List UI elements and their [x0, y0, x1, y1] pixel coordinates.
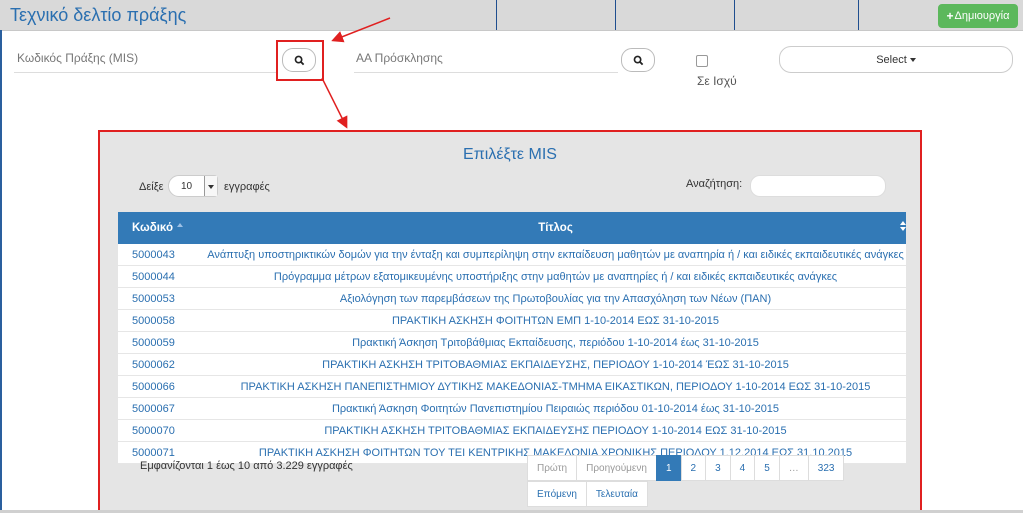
pagination: Πρώτη Προηγούμενη 1 2 3 4 5 … 323 — [527, 455, 845, 481]
page-size-select[interactable]: 10 — [168, 175, 218, 197]
table-row[interactable]: 5000058 ΠΡΑΚΤΙΚΗ ΑΣΚΗΣΗ ΦΟΙΤΗΤΩΝ ΕΜΠ 1-10… — [118, 309, 906, 332]
page-button[interactable]: 4 — [729, 455, 756, 481]
sort-asc-icon — [177, 223, 183, 227]
row-title[interactable]: ΠΡΑΚΤΙΚΗ ΑΣΚΗΣΗ ΤΡΙΤΟΒΑΘΜΙΑΣ ΕΚΠΑΙΔΕΥΣΗΣ… — [205, 419, 906, 442]
table-row[interactable]: 5000043 Ανάπτυξη υποστηρικτικών δομών για… — [118, 244, 906, 266]
page-ellipsis: … — [778, 455, 809, 481]
row-title[interactable]: ΠΡΑΚΤΙΚΗ ΑΣΚΗΣΗ ΠΑΝΕΠΙΣΤΗΜΙΟΥ ΔΥΤΙΚΗΣ ΜΑ… — [205, 375, 906, 398]
row-title[interactable]: Πρακτική Άσκηση Φοιτητών Πανεπιστημίου Π… — [205, 397, 906, 420]
page-next-button[interactable]: Επόμενη — [527, 481, 587, 507]
row-title[interactable]: Αξιολόγηση των παρεμβάσεων της Πρωτοβουλ… — [205, 287, 906, 310]
row-code[interactable]: 5000058 — [118, 309, 205, 332]
arrow-to-search — [331, 17, 391, 43]
row-code[interactable]: 5000066 — [118, 375, 205, 398]
page-last-button[interactable]: Τελευταία — [585, 481, 648, 507]
table-row[interactable]: 5000053 Αξιολόγηση των παρεμβάσεων της Πρ… — [118, 287, 906, 310]
page-button[interactable]: 5 — [754, 455, 780, 481]
table-row[interactable]: 5000066 ΠΡΑΚΤΙΚΗ ΑΣΚΗΣΗ ΠΑΝΕΠΙΣΤΗΜΙΟΥ ΔΥΤ… — [118, 375, 906, 398]
page-previous-button[interactable]: Προηγούμενη — [576, 455, 657, 481]
page-size-value: 10 — [181, 180, 193, 192]
table-info: Εμφανίζονται 1 έως 10 από 3.229 εγγραφές — [140, 460, 353, 472]
row-code[interactable]: 5000053 — [118, 287, 205, 310]
column-header-title-label: Τίτλος — [538, 222, 573, 234]
arrow-to-modal — [321, 77, 348, 129]
modal-title: Επιλέξτε MIS — [463, 146, 557, 163]
search-label: Αναζήτηση: — [686, 178, 743, 190]
page-button[interactable]: 3 — [705, 455, 731, 481]
page-button[interactable]: 1 — [655, 455, 682, 481]
page-button[interactable]: 2 — [680, 455, 707, 481]
row-title[interactable]: ΠΡΑΚΤΙΚΗ ΑΣΚΗΣΗ ΦΟΙΤΗΤΩΝ ΕΜΠ 1-10-2014 Ε… — [205, 309, 906, 332]
column-header-code[interactable]: Κωδικό — [118, 212, 205, 244]
pagination-row-2: Επόμενη Τελευταία — [527, 481, 648, 507]
row-code[interactable]: 5000062 — [118, 353, 205, 376]
row-title[interactable]: Πρακτική Άσκηση Τριτοβάθμιας Εκπαίδευσης… — [205, 331, 906, 354]
show-label: Δείξε — [139, 181, 164, 193]
row-code[interactable]: 5000043 — [118, 244, 205, 266]
mis-table: Κωδικό Τίτλος 5000043 Ανάπτυξη υποστηρικτ… — [118, 212, 906, 464]
row-title[interactable]: ΠΡΑΚΤΙΚΗ ΑΣΚΗΣΗ ΤΡΙΤΟΒΑΘΜΙΑΣ ΕΚΠΑΙΔΕΥΣΗΣ… — [205, 353, 906, 376]
search-input[interactable] — [750, 175, 886, 197]
chevron-down-icon — [204, 176, 217, 196]
column-header-code-label: Κωδικό — [132, 222, 173, 234]
row-code[interactable]: 5000044 — [118, 265, 205, 288]
page-first-button[interactable]: Πρώτη — [527, 455, 578, 481]
row-title[interactable]: Ανάπτυξη υποστηρικτικών δομών για την έν… — [205, 244, 906, 266]
table-row[interactable]: 5000062 ΠΡΑΚΤΙΚΗ ΑΣΚΗΣΗ ΤΡΙΤΟΒΑΘΜΙΑΣ ΕΚΠΑ… — [118, 353, 906, 376]
row-code[interactable]: 5000059 — [118, 331, 205, 354]
page-button[interactable]: 323 — [807, 455, 845, 481]
select-mis-modal: Επιλέξτε MIS Δείξε 10 εγγραφές Αναζήτηση… — [98, 130, 922, 512]
table-row[interactable]: 5000044 Πρόγραμμα μέτρων εξατομικευμένης … — [118, 265, 906, 288]
table-row[interactable]: 5000067 Πρακτική Άσκηση Φοιτητών Πανεπιστ… — [118, 397, 906, 420]
records-label: εγγραφές — [224, 181, 270, 193]
row-code[interactable]: 5000067 — [118, 397, 205, 420]
table-row[interactable]: 5000059 Πρακτική Άσκηση Τριτοβάθμιας Εκπα… — [118, 331, 906, 354]
table-row[interactable]: 5000070 ΠΡΑΚΤΙΚΗ ΑΣΚΗΣΗ ΤΡΙΤΟΒΑΘΜΙΑΣ ΕΚΠΑ… — [118, 419, 906, 442]
column-header-title[interactable]: Τίτλος — [205, 212, 906, 244]
row-title[interactable]: Πρόγραμμα μέτρων εξατομικευμένης υποστήρ… — [205, 265, 906, 288]
row-code[interactable]: 5000070 — [118, 419, 205, 442]
